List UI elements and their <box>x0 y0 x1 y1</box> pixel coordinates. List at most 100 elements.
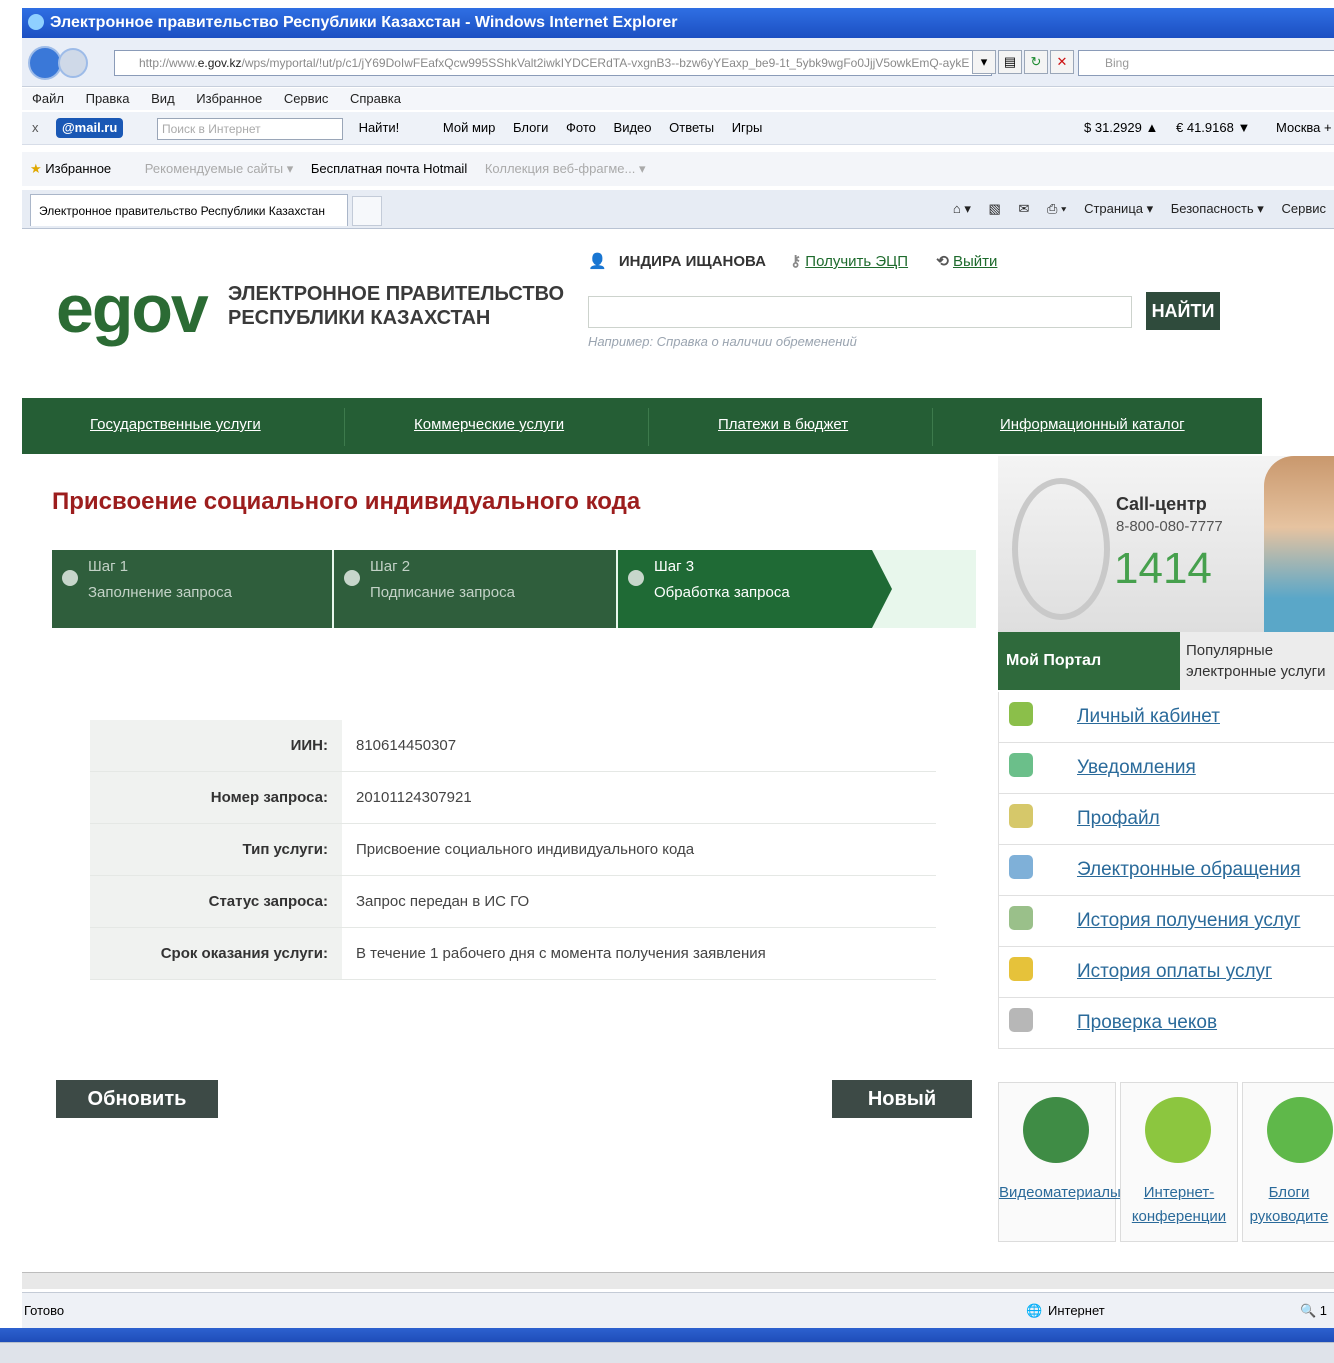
portal-menu-item[interactable]: Личный кабинет <box>998 692 1334 743</box>
outer-scrollbar[interactable] <box>0 1342 1334 1363</box>
recommended-sites-link[interactable]: Рекомендуемые сайты ▾ <box>145 161 293 176</box>
internet-search-input[interactable]: Поиск в Интернет <box>156 117 343 140</box>
site-search-input[interactable] <box>588 296 1132 328</box>
e-appeals-link[interactable]: Электронные обращения <box>1077 859 1301 881</box>
tab-popular-services[interactable]: Популярные электронные услуги <box>1180 632 1334 690</box>
tab-egov[interactable]: Электронное правительство Республики Каз… <box>30 194 348 226</box>
info-value: 810614450307 <box>356 737 457 754</box>
egov-logo[interactable]: egov <box>56 270 209 348</box>
video-link[interactable]: Видеоматериалы <box>999 1181 1121 1205</box>
url-prefix: http://www. <box>139 56 198 70</box>
tile-conferences[interactable]: Интернет-конференции <box>1120 1082 1238 1242</box>
portal-menu-item[interactable]: История получения услуг <box>998 896 1334 947</box>
weather-city[interactable]: Москва + <box>1276 112 1332 144</box>
portal-menu-item[interactable]: Уведомления <box>998 743 1334 794</box>
payment-history-link[interactable]: История оплаты услуг <box>1077 961 1272 983</box>
portal-menu-item[interactable]: Проверка чеков <box>998 998 1334 1049</box>
menu-help[interactable]: Справка <box>350 91 401 106</box>
menu-tools[interactable]: Сервис <box>284 91 329 106</box>
main-navigation: Государственные услуги Коммерческие услу… <box>22 398 1262 454</box>
usd-rate[interactable]: $ 31.2929 ▲ <box>1084 112 1158 144</box>
tab-title: Электронное правительство Республики Каз… <box>39 204 325 218</box>
step-subtitle: Заполнение запроса <box>88 584 232 601</box>
call-center-banner[interactable]: Call-центр 8-800-080-7777 1414 <box>998 456 1334 634</box>
toolbar-item-games[interactable]: Игры <box>732 120 763 135</box>
dropdown-icon[interactable]: ▾ <box>972 50 996 74</box>
zoom-control[interactable]: 🔍 1 <box>1300 1293 1327 1329</box>
toolbar-item-video[interactable]: Видео <box>614 120 652 135</box>
user-name: ИНДИРА ИЩАНОВА <box>618 253 766 270</box>
window-titlebar: Электронное правительство Республики Каз… <box>22 8 1334 38</box>
personal-cabinet-link[interactable]: Личный кабинет <box>1077 706 1220 728</box>
toolbar-item-photo[interactable]: Фото <box>566 120 596 135</box>
check-receipts-link[interactable]: Проверка чеков <box>1077 1012 1217 1034</box>
toolbar-item-answers[interactable]: Ответы <box>669 120 714 135</box>
new-request-button[interactable]: Новый запрос <box>832 1080 972 1148</box>
feeds-icon[interactable]: ▧ <box>989 201 1001 216</box>
toolbar-item-blogs[interactable]: Блоги <box>513 120 548 135</box>
blogs-link[interactable]: Блоги руководите <box>1243 1181 1334 1229</box>
mailru-logo[interactable]: @mail.ru <box>56 118 124 138</box>
find-button[interactable]: Найти! <box>359 120 400 135</box>
forward-arrow-icon[interactable] <box>58 48 88 78</box>
tile-blogs[interactable]: Блоги руководите <box>1242 1082 1334 1242</box>
print-icon[interactable]: ⎙ ▾ <box>1047 201 1066 216</box>
back-arrow-icon[interactable] <box>28 46 62 80</box>
nav-info-catalog[interactable]: Информационный каталог <box>1000 416 1185 433</box>
stop-icon[interactable]: ✕ <box>1050 50 1074 74</box>
home-icon[interactable]: ⌂ ▾ <box>953 201 971 216</box>
profile-link[interactable]: Профайл <box>1077 808 1160 830</box>
step-title: Шаг 1 <box>88 558 129 575</box>
info-key: Тип услуги: <box>90 824 342 875</box>
tab-my-portal[interactable]: Мой Портал <box>998 632 1180 690</box>
nav-gov-services[interactable]: Государственные услуги <box>90 416 261 433</box>
tile-video[interactable]: Видеоматериалы <box>998 1082 1121 1242</box>
portal-menu-item[interactable]: Электронные обращения <box>998 845 1334 896</box>
step-2: Шаг 2 Подписание запроса <box>334 550 616 628</box>
webslices-link[interactable]: Коллекция веб-фрагме... ▾ <box>485 161 646 176</box>
menu-edit[interactable]: Правка <box>86 91 130 106</box>
hotmail-link[interactable]: Бесплатная почта Hotmail <box>311 161 467 176</box>
status-text: Готово <box>24 1303 65 1318</box>
menu-favorites[interactable]: Избранное <box>196 91 262 106</box>
new-tab-button[interactable] <box>352 196 382 226</box>
horizontal-scrollbar[interactable] <box>22 1272 1334 1289</box>
step-3: Шаг 3 Обработка запроса <box>618 550 872 628</box>
logo-line1: ЭЛЕКТРОННОЕ ПРАВИТЕЛЬСТВО <box>228 283 565 305</box>
receipt-check-icon <box>1009 1008 1033 1032</box>
eur-rate[interactable]: € 41.9168 ▼ <box>1176 112 1250 144</box>
notifications-link[interactable]: Уведомления <box>1077 757 1196 779</box>
url-field[interactable]: http://www.e.gov.kz/wps/myportal/!ut/p/c… <box>114 50 992 76</box>
favorites-bar: ★ Избранное Рекомендуемые сайты ▾ Беспла… <box>22 152 1334 186</box>
refresh-status-button[interactable]: Обновить статус <box>56 1080 218 1148</box>
portal-menu-item[interactable]: Профайл <box>998 794 1334 845</box>
call-center-short-number: 1414 <box>1114 544 1212 593</box>
portal-menu-item[interactable]: История оплаты услуг <box>998 947 1334 998</box>
nav-divider <box>344 408 345 446</box>
bing-search-input[interactable]: Bing <box>1078 50 1334 76</box>
tools-menu[interactable]: Сервис <box>1281 201 1326 216</box>
get-eds-link[interactable]: Получить ЭЦП <box>805 253 908 270</box>
page-menu[interactable]: Страница ▾ <box>1084 201 1153 216</box>
operator-image <box>1264 456 1334 634</box>
nav-budget-payments[interactable]: Платежи в бюджет <box>718 416 848 433</box>
service-history-link[interactable]: История получения услуг <box>1077 910 1300 932</box>
mail-icon[interactable]: ✉ <box>1018 201 1029 216</box>
conferences-link[interactable]: Интернет-конференции <box>1121 1181 1237 1229</box>
toolbar-item-myworld[interactable]: Мой мир <box>443 120 496 135</box>
search-example: Например: Справка о наличии обременений <box>588 334 857 349</box>
refresh-icon[interactable]: ↻ <box>1024 50 1048 74</box>
info-row: ИИН: 810614450307 <box>90 720 936 772</box>
menu-view[interactable]: Вид <box>151 91 175 106</box>
info-value: Присвоение социального индивидуального к… <box>356 841 695 858</box>
logout-link[interactable]: Выйти <box>953 253 997 270</box>
site-search-button[interactable]: НАЙТИ <box>1146 292 1220 330</box>
menu-file[interactable]: Файл <box>32 91 64 106</box>
nav-commercial-services[interactable]: Коммерческие услуги <box>414 416 564 433</box>
toolbar-close-icon[interactable]: x <box>32 112 39 144</box>
favorites-button[interactable]: Избранное <box>45 161 111 176</box>
home-icon <box>1009 702 1033 726</box>
compat-view-icon[interactable]: ▤ <box>998 50 1022 74</box>
info-row: Тип услуги: Присвоение социального индиви… <box>90 824 936 876</box>
safety-menu[interactable]: Безопасность ▾ <box>1171 201 1264 216</box>
